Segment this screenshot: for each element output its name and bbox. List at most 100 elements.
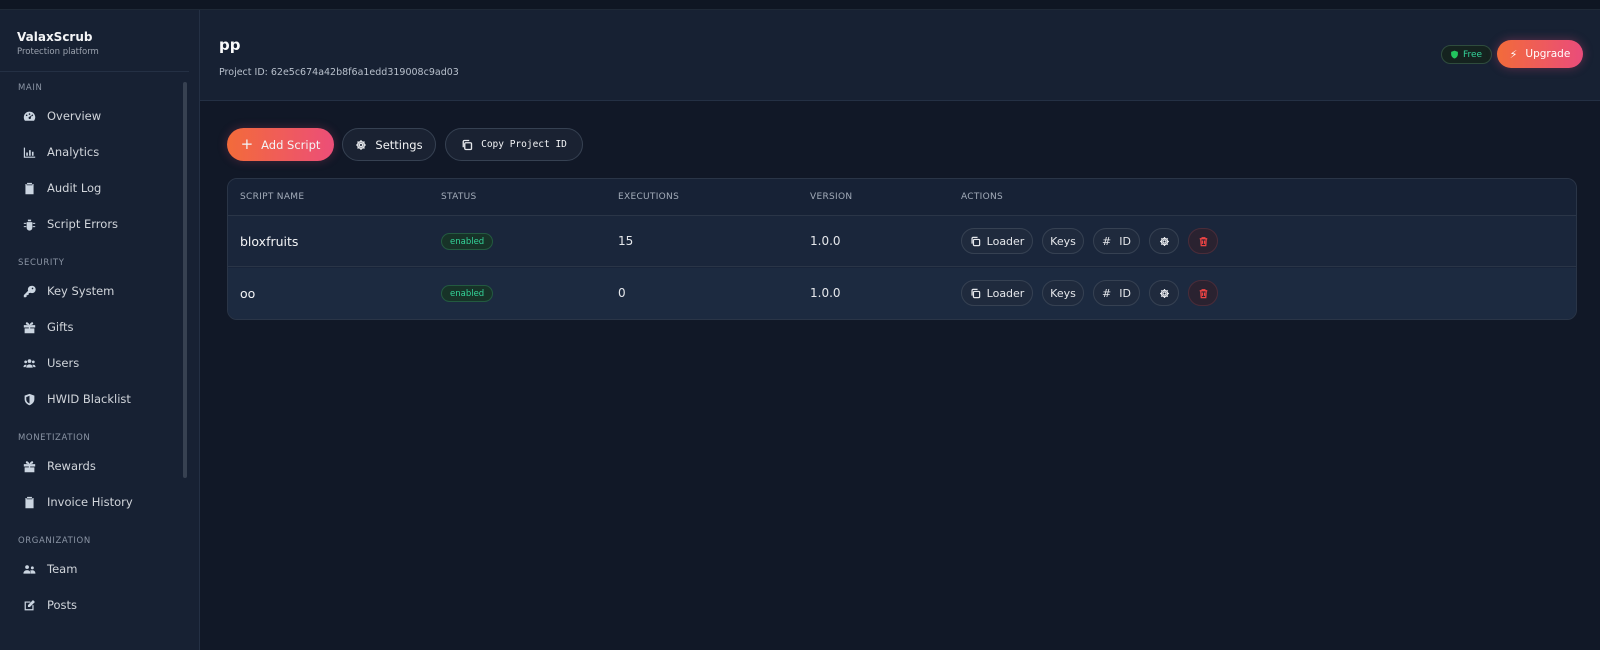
bug-icon: [22, 217, 36, 231]
sidebar-item-key-system[interactable]: Key System: [22, 280, 114, 302]
script-settings-button[interactable]: [1149, 280, 1179, 306]
team-icon: [22, 562, 36, 576]
status-badge: enabled: [441, 233, 494, 250]
sidebar-item-script-errors[interactable]: Script Errors: [22, 213, 118, 235]
script-settings-button[interactable]: [1149, 228, 1179, 254]
keys-button[interactable]: Keys: [1042, 280, 1084, 306]
sidebar-item-analytics[interactable]: Analytics: [22, 141, 99, 163]
shield-icon: [1451, 50, 1458, 59]
id-button[interactable]: # ID: [1093, 228, 1140, 254]
sidebar-item-label: Invoice History: [47, 495, 133, 509]
gear-icon: [356, 139, 367, 150]
clipboard-icon: [22, 495, 36, 509]
add-script-button[interactable]: + Add Script: [227, 128, 334, 161]
edit-icon: [22, 598, 36, 612]
sidebar-item-posts[interactable]: Posts: [22, 594, 77, 616]
gift-icon: [22, 320, 36, 334]
sidebar-item-overview[interactable]: Overview: [22, 105, 101, 127]
shield-icon: [22, 392, 36, 406]
gift-icon: [22, 459, 36, 473]
top-bar: [0, 0, 1600, 10]
version-value: 1.0.0: [810, 286, 841, 300]
clipboard-icon: [22, 181, 36, 195]
loader-button[interactable]: Loader: [961, 280, 1033, 306]
section-label-organization: ORGANIZATION: [18, 536, 91, 546]
brand: ValaxScrub Protection platform: [0, 10, 189, 72]
sidebar-item-label: Analytics: [47, 145, 100, 159]
lightning-icon: ⚡: [1509, 47, 1518, 61]
page-title: pp: [219, 36, 241, 54]
script-name: bloxfruits: [240, 234, 299, 249]
keys-button[interactable]: Keys: [1042, 228, 1084, 254]
sidebar-item-audit-log[interactable]: Audit Log: [22, 177, 101, 199]
id-button[interactable]: # ID: [1093, 280, 1140, 306]
sidebar-item-label: Script Errors: [47, 217, 119, 231]
sidebar-item-label: Users: [47, 356, 80, 370]
id-label: ID: [1119, 234, 1131, 248]
sidebar-item-label: Key System: [47, 284, 115, 298]
settings-label: Settings: [375, 137, 423, 152]
copy-icon: [462, 139, 473, 150]
script-name: oo: [240, 286, 256, 301]
project-id-text: Project ID: 62e5c674a42b8f6a1edd319008c9…: [219, 67, 459, 78]
version-value: 1.0.0: [810, 234, 841, 248]
status-badge: enabled: [441, 285, 494, 302]
column-header-script-name: SCRIPT NAME: [240, 192, 305, 202]
keys-label: Keys: [1050, 286, 1076, 300]
id-label: ID: [1119, 286, 1131, 300]
section-label-main: MAIN: [18, 83, 43, 93]
gauge-icon: [22, 109, 36, 123]
copy-icon: [971, 236, 980, 246]
scripts-table: SCRIPT NAME STATUS EXECUTIONS VERSION AC…: [227, 178, 1577, 320]
sidebar-item-invoice-history[interactable]: Invoice History: [22, 491, 133, 513]
copy-project-id-label: Copy Project ID: [481, 139, 567, 150]
chart-icon: [22, 145, 36, 159]
upgrade-button[interactable]: ⚡ Upgrade: [1497, 40, 1583, 68]
sidebar: ValaxScrub Protection platform MAIN Over…: [0, 10, 200, 650]
section-label-security: SECURITY: [18, 258, 65, 268]
sidebar-item-team[interactable]: Team: [22, 558, 77, 580]
keys-label: Keys: [1050, 234, 1076, 248]
table-header: SCRIPT NAME STATUS EXECUTIONS VERSION AC…: [228, 179, 1576, 216]
gear-icon: [1159, 288, 1169, 298]
key-icon: [22, 284, 36, 298]
sidebar-item-label: Posts: [47, 598, 78, 612]
sidebar-item-gifts[interactable]: Gifts: [22, 316, 73, 338]
sidebar-item-label: Gifts: [47, 320, 74, 334]
column-header-status: STATUS: [441, 192, 477, 202]
gear-icon: [1159, 236, 1169, 246]
trash-icon: [1199, 288, 1207, 298]
delete-button[interactable]: [1188, 280, 1218, 306]
trash-icon: [1199, 236, 1207, 246]
sidebar-item-label: Rewards: [47, 459, 96, 473]
loader-button[interactable]: Loader: [961, 228, 1033, 254]
sidebar-item-hwid-blacklist[interactable]: HWID Blacklist: [22, 388, 131, 410]
section-label-monetization: MONETIZATION: [18, 433, 91, 443]
loader-label: Loader: [986, 234, 1025, 248]
sidebar-item-label: Audit Log: [47, 181, 102, 195]
executions-count: 0: [618, 286, 626, 300]
sidebar-item-users[interactable]: Users: [22, 352, 79, 374]
copy-icon: [971, 288, 980, 298]
delete-button[interactable]: [1188, 228, 1218, 254]
hash-icon: #: [1102, 234, 1112, 248]
copy-project-id-button[interactable]: Copy Project ID: [445, 128, 583, 161]
sidebar-item-rewards[interactable]: Rewards: [22, 455, 96, 477]
column-header-actions: ACTIONS: [961, 192, 1004, 202]
hash-icon: #: [1102, 286, 1112, 300]
add-script-label: Add Script: [261, 137, 321, 152]
loader-label: Loader: [986, 286, 1025, 300]
sidebar-item-label: Team: [47, 562, 78, 576]
plan-badge-label: Free: [1463, 49, 1483, 60]
sidebar-item-label: HWID Blacklist: [47, 392, 131, 406]
executions-count: 15: [618, 234, 634, 248]
column-header-version: VERSION: [810, 192, 853, 202]
table-row: oo enabled 0 1.0.0 Loader Keys # ID: [228, 268, 1576, 319]
column-header-executions: EXECUTIONS: [618, 192, 680, 202]
settings-button[interactable]: Settings: [342, 128, 436, 161]
sidebar-scrollbar[interactable]: [183, 82, 187, 478]
sidebar-item-label: Overview: [47, 109, 102, 123]
page-header: pp Project ID: 62e5c674a42b8f6a1edd31900…: [200, 10, 1600, 101]
plan-badge: Free: [1441, 45, 1493, 64]
plus-icon: +: [240, 135, 254, 153]
